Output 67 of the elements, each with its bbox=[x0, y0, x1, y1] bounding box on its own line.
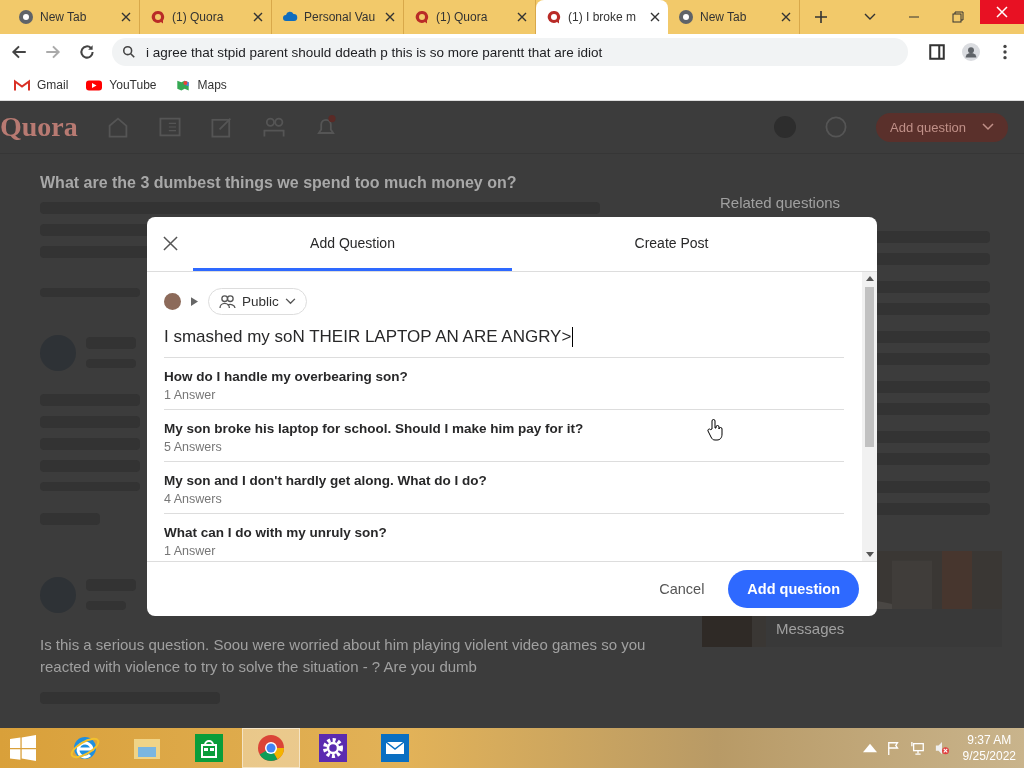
suggested-question[interactable]: What can I do with my unruly son? 1 Answer bbox=[164, 514, 844, 561]
back-icon[interactable] bbox=[10, 43, 28, 61]
suggested-question[interactable]: How do I handle my overbearing son? 1 Answer bbox=[164, 358, 844, 410]
answer-text: Is this a serious question. Soou were worried about him playing violent video games so you reacted with violence to try to solve the situation - ? Are you dumb bbox=[40, 635, 647, 677]
add-question-button[interactable]: Add question bbox=[876, 112, 1008, 142]
hand-cursor-icon bbox=[707, 419, 723, 441]
reload-icon[interactable] bbox=[78, 43, 96, 61]
close-icon[interactable] bbox=[251, 10, 265, 24]
map-icon bbox=[174, 78, 191, 92]
messages-panel[interactable]: Messages bbox=[766, 609, 1002, 647]
add-question-button[interactable]: Add question bbox=[728, 570, 859, 608]
answer-count: 5 Answers bbox=[164, 440, 223, 454]
messages-label: Messages bbox=[776, 619, 845, 637]
question-title: My son broke his laptop for school. Should I make him pay for it? bbox=[164, 421, 584, 436]
people-icon bbox=[219, 294, 236, 309]
scrollbar-thumb[interactable] bbox=[865, 287, 874, 447]
dialog-tab[interactable]: Add Question bbox=[193, 217, 512, 271]
chrome-icon bbox=[678, 9, 694, 25]
profile-icon[interactable] bbox=[962, 43, 980, 61]
close-icon[interactable] bbox=[383, 10, 397, 24]
scroll-down-icon[interactable] bbox=[865, 552, 874, 557]
browser-tab[interactable]: (1) I broke m bbox=[536, 0, 668, 34]
close-icon[interactable] bbox=[648, 10, 662, 24]
scroll-up-icon[interactable] bbox=[865, 276, 874, 281]
question-title: How do I handle my overbearing son? bbox=[164, 369, 408, 384]
search-icon bbox=[122, 45, 136, 59]
new-tab-icon[interactable] bbox=[814, 10, 828, 24]
bookmark-link[interactable]: YouTube bbox=[86, 78, 157, 92]
question-title[interactable]: What are the 3 dumbest things we spend too much money on? bbox=[40, 174, 660, 192]
chrome-icon bbox=[18, 9, 34, 25]
restore-icon[interactable] bbox=[952, 11, 964, 23]
caret-icon bbox=[982, 123, 994, 131]
close-icon[interactable] bbox=[163, 236, 178, 251]
close-icon bbox=[996, 6, 1008, 18]
bookmark-link[interactable]: Gmail bbox=[14, 78, 69, 92]
quora-icon bbox=[150, 9, 166, 25]
start-button[interactable] bbox=[10, 735, 36, 761]
caret-icon bbox=[284, 298, 296, 305]
avatar-icon bbox=[164, 293, 181, 310]
show-hidden-icons-icon[interactable] bbox=[862, 741, 877, 755]
related-questions-heading: Related questions bbox=[720, 194, 842, 211]
play-icon[interactable] bbox=[191, 297, 198, 306]
answer-count: 4 Answers bbox=[164, 492, 223, 506]
question-title: What can I do with my unruly son? bbox=[164, 525, 387, 540]
quora-icon bbox=[546, 9, 562, 25]
flag-icon[interactable] bbox=[886, 741, 901, 755]
cancel-button[interactable]: Cancel bbox=[649, 573, 715, 605]
question-input[interactable]: I smashed my soN THEIR LAPTOP AN ARE ANGRY> bbox=[164, 315, 844, 358]
side-panel-icon[interactable] bbox=[928, 43, 946, 61]
close-window-button[interactable] bbox=[980, 0, 1024, 24]
dialog-tab[interactable]: Create Post bbox=[512, 217, 831, 271]
close-icon[interactable] bbox=[779, 10, 793, 24]
speaker-muted-icon[interactable] bbox=[934, 741, 949, 755]
question-title: My son and I don't hardly get along. What do I do? bbox=[164, 473, 487, 488]
forward-icon[interactable] bbox=[44, 43, 62, 61]
close-icon[interactable] bbox=[119, 10, 133, 24]
address-bar[interactable]: i agree that stpid parent should ddeath p this is so more parentt that are idiot bbox=[112, 38, 908, 66]
bookmark-link[interactable]: Maps bbox=[174, 78, 227, 92]
close-icon[interactable] bbox=[515, 10, 529, 24]
mail-icon bbox=[14, 78, 30, 92]
answer-count: 1 Answer bbox=[164, 388, 217, 402]
suggested-question[interactable]: My son and I don't hardly get along. What do I do? 4 Answers bbox=[164, 462, 844, 514]
quora-icon bbox=[414, 9, 430, 25]
scrollbar[interactable] bbox=[862, 272, 877, 561]
play-icon bbox=[86, 78, 103, 92]
network-icon[interactable] bbox=[910, 741, 925, 755]
answer-count: 1 Answer bbox=[164, 544, 217, 558]
